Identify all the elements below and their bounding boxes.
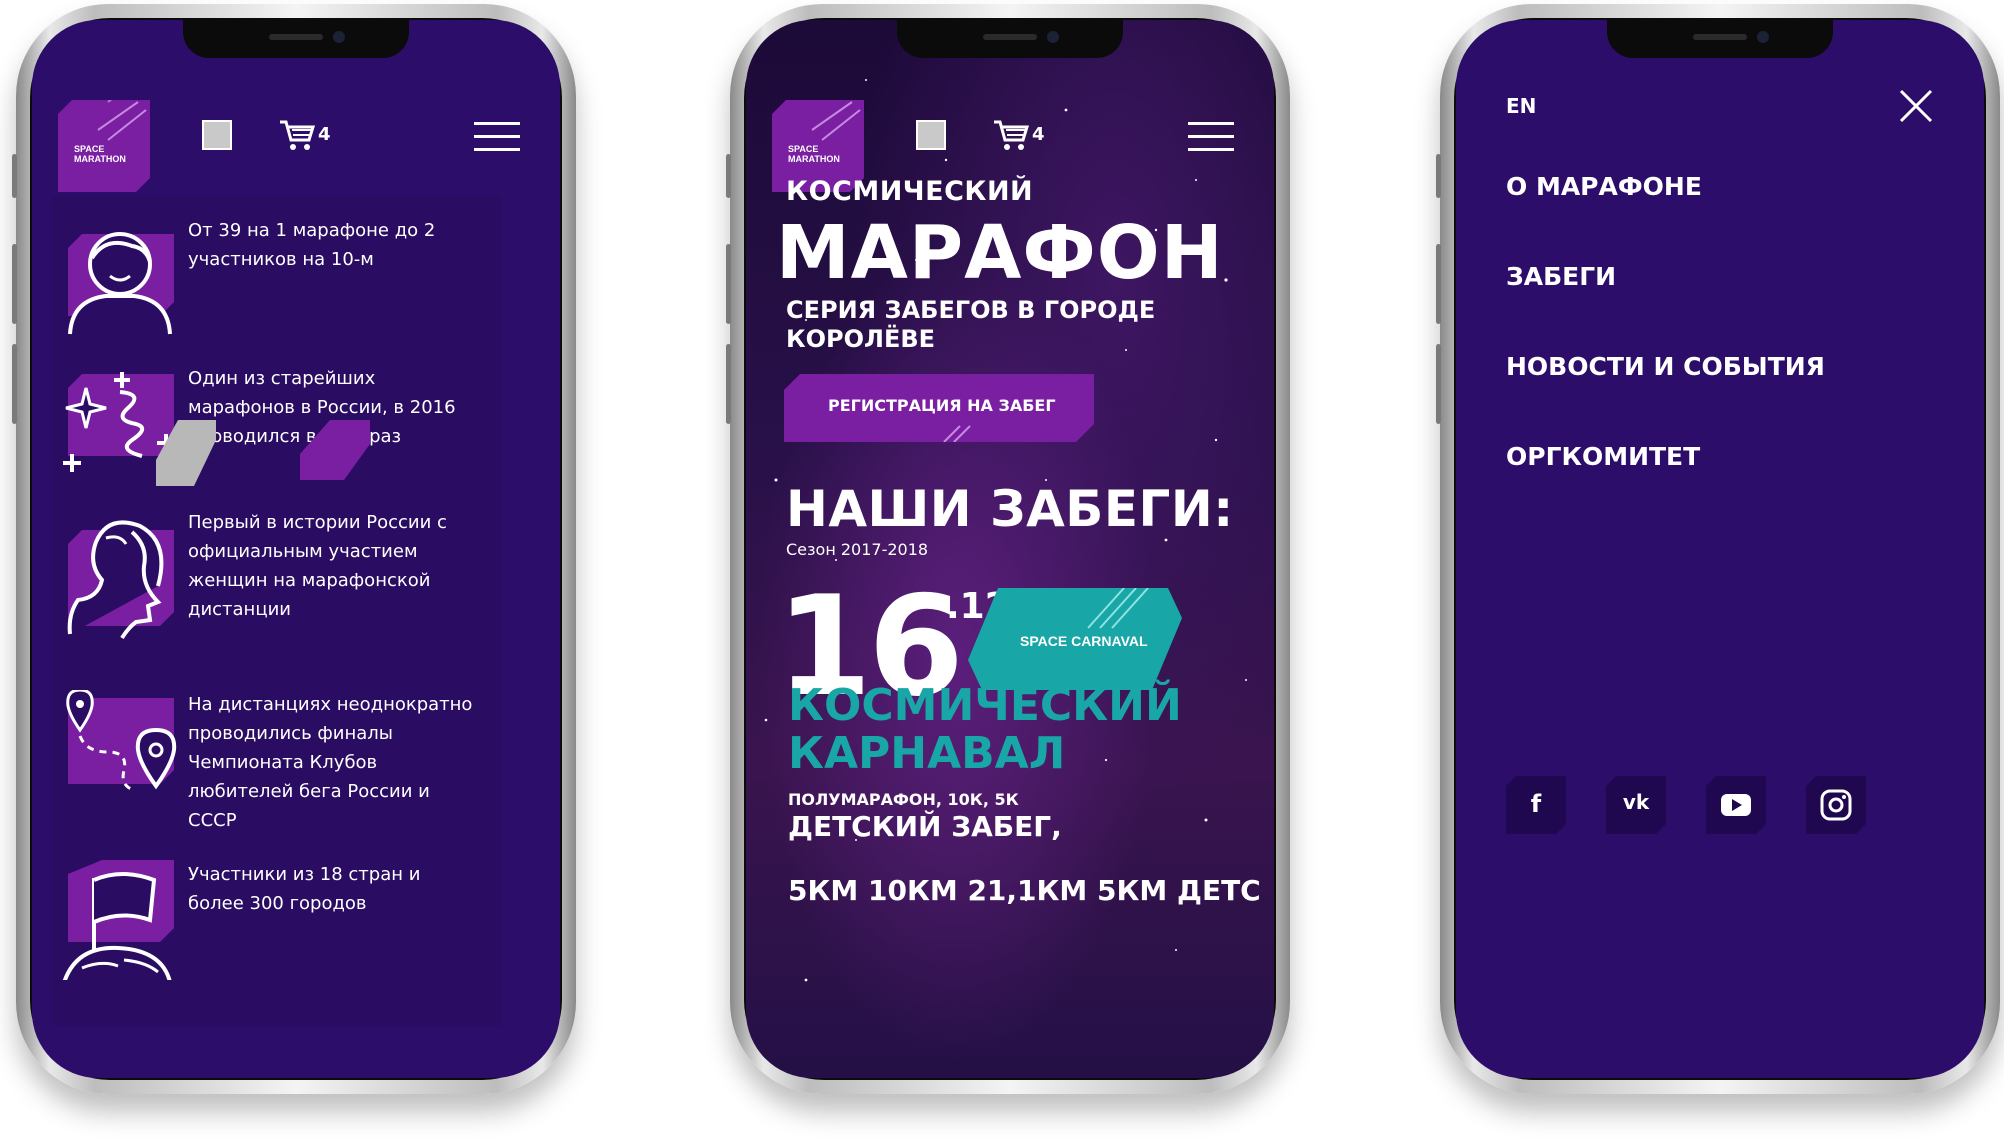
instagram-icon[interactable] <box>1806 776 1866 834</box>
phone-2: SPACE MARATHON 4 КОСМИЧЕСКИЙ МАРАФОН СЕР… <box>726 4 1290 1094</box>
language-switch[interactable]: EN <box>1506 94 1536 118</box>
hero-tagline: СЕРИЯ ЗАБЕГОВ В ГОРОДЕ КОРОЛЁВЕ <box>786 296 1156 353</box>
screen-menu: EN О МАРАФОНЕ ЗАБЕГИ НОВОСТИ И СОБЫТИЯ О… <box>1456 20 1984 1078</box>
woman-profile-icon <box>67 520 174 640</box>
register-button[interactable]: РЕГИСТРАЦИЯ НА ЗАБЕГ <box>784 374 1094 443</box>
feature-text: На дистанциях неоднократно проводились ф… <box>188 694 473 831</box>
cart-icon <box>994 120 1030 150</box>
cart-button[interactable]: 4 <box>992 118 1045 156</box>
cart-count: 4 <box>1032 124 1045 145</box>
phone-3: EN О МАРАФОНЕ ЗАБЕГИ НОВОСТИ И СОБЫТИЯ О… <box>1436 4 2000 1094</box>
season-label: Сезон 2017-2018 <box>786 540 929 559</box>
social-links: f vk <box>1506 776 1886 836</box>
main-menu: О МАРАФОНЕ ЗАБЕГИ НОВОСТИ И СОБЫТИЯ ОРГК… <box>1506 172 1825 532</box>
svg-text:SPACE: SPACE <box>788 144 818 154</box>
distances-strip: 5КМ 10КМ 21,1КМ 5КМ ДЕТС <box>788 874 1261 907</box>
decor-shape <box>300 420 370 480</box>
menu-item-races[interactable]: ЗАБЕГИ <box>1506 262 1825 352</box>
badge-text: SPACE CARNAVAL <box>1020 633 1148 649</box>
kids-run-label: ДЕТСКИЙ ЗАБЕГ, <box>788 810 1062 843</box>
feature-text: От 39 на 1 марафоне до 2 участников на 1… <box>188 220 436 270</box>
menu-item-committee[interactable]: ОРГКОМИТЕТ <box>1506 442 1825 532</box>
user-icon[interactable] <box>916 120 946 150</box>
hamburger-menu-icon[interactable] <box>474 122 520 152</box>
user-icon[interactable] <box>202 120 232 150</box>
notch <box>183 20 409 58</box>
youtube-icon[interactable] <box>1706 776 1766 834</box>
svg-text:MARATHON: MARATHON <box>74 154 126 164</box>
flag-globe-icon <box>62 860 174 980</box>
screen-about: SPACE MARATHON 4 От 39 на 1 марафоне до … <box>32 20 560 1078</box>
space-marathon-logo[interactable]: SPACE MARATHON <box>58 100 150 192</box>
svg-text:SPACE: SPACE <box>74 144 104 154</box>
notch <box>897 20 1123 58</box>
header: SPACE MARATHON 4 <box>32 74 560 192</box>
hamburger-menu-icon[interactable] <box>1188 122 1234 152</box>
header: SPACE MARATHON 4 <box>746 74 1274 192</box>
decor-shape <box>156 420 216 486</box>
feature-text: Первый в истории России с официальным уч… <box>188 512 447 620</box>
space-carnaval-badge[interactable]: SPACE CARNAVAL <box>968 588 1182 690</box>
menu-item-news[interactable]: НОВОСТИ И СОБЫТИЯ <box>1506 352 1825 442</box>
notch <box>1607 20 1833 58</box>
cart-icon <box>280 120 316 150</box>
close-icon[interactable] <box>1898 88 1934 124</box>
hero-subtitle: КОСМИЧЕСКИЙ <box>786 176 1034 207</box>
cart-button[interactable]: 4 <box>278 118 331 156</box>
features-panel: От 39 на 1 марафоне до 2 участников на 1… <box>52 196 502 1026</box>
person-icon <box>68 232 174 335</box>
screen-home: SPACE MARATHON 4 КОСМИЧЕСКИЙ МАРАФОН СЕР… <box>746 20 1274 1078</box>
hero-title: МАРАФОН <box>776 210 1224 296</box>
feature-text: Участники из 18 стран и более 300 городо… <box>188 864 421 914</box>
register-button-label: РЕГИСТРАЦИЯ НА ЗАБЕГ <box>828 396 1056 415</box>
event-name[interactable]: КОСМИЧЕСКИЙ КАРНАВАЛ <box>788 682 1208 778</box>
phone-1: SPACE MARATHON 4 От 39 на 1 марафоне до … <box>12 4 576 1094</box>
vk-icon[interactable]: vk <box>1606 776 1666 834</box>
svg-text:MARATHON: MARATHON <box>788 154 840 164</box>
cart-count: 4 <box>318 124 331 145</box>
races-heading: НАШИ ЗАБЕГИ: <box>786 480 1234 538</box>
menu-item-about[interactable]: О МАРАФОНЕ <box>1506 172 1825 262</box>
facebook-icon[interactable]: f <box>1506 776 1566 834</box>
event-distances: ПОЛУМАРАФОН, 10К, 5К <box>788 790 1019 809</box>
route-pins-icon <box>66 690 177 792</box>
